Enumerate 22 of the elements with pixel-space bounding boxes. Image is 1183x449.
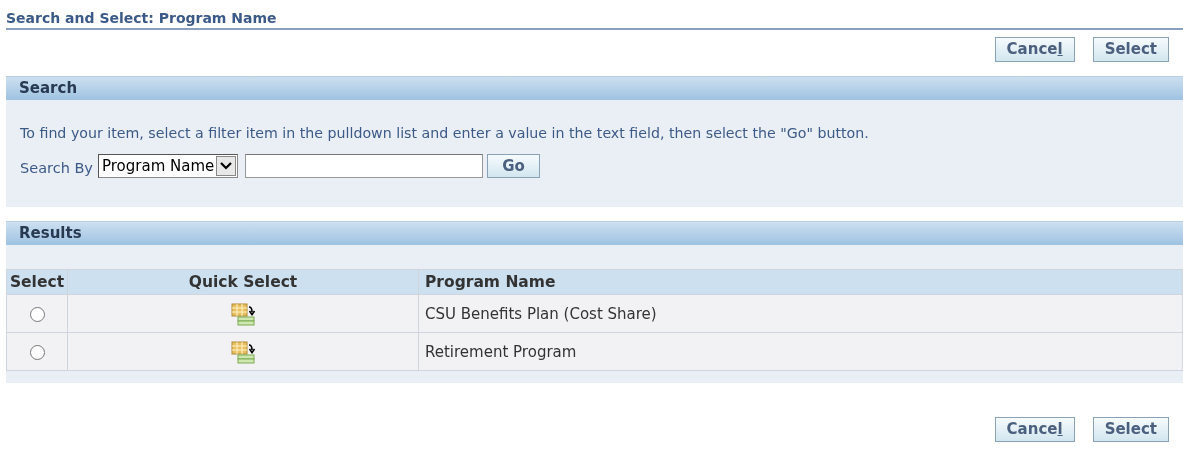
search-field[interactable] <box>245 154 484 178</box>
select-button[interactable]: Select <box>1092 37 1169 62</box>
filter-dropdown[interactable]: Program Name <box>97 154 239 178</box>
caret-icon <box>216 156 237 176</box>
radio-button[interactable] <box>29 306 45 322</box>
go-button[interactable]: Go <box>487 154 540 178</box>
radio-button[interactable] <box>29 344 45 360</box>
quick-select-icon[interactable] <box>230 339 256 364</box>
section-header: Search <box>6 76 1183 100</box>
cancel-button[interactable]: Cancel <box>994 37 1075 62</box>
column-header: Quick Select <box>67 269 419 295</box>
column-header: Select <box>6 269 68 295</box>
section-header: Results <box>6 221 1183 245</box>
program-name-cell: Retirement Program <box>418 332 1183 371</box>
cancel-button[interactable]: Cancel <box>994 417 1075 442</box>
search-by-label: Search By <box>20 159 93 176</box>
page-title: Search and Select: Program Name <box>6 10 1183 30</box>
quick-select-icon[interactable] <box>230 301 256 326</box>
program-name-cell: CSU Benefits Plan (Cost Share) <box>418 294 1183 333</box>
column-header: Program Name <box>418 269 1183 295</box>
instructions-text: To find your item, select a filter item in the pulldown list and enter a value in the text field, then select the "Go" button. <box>20 125 870 141</box>
select-button[interactable]: Select <box>1092 417 1169 442</box>
